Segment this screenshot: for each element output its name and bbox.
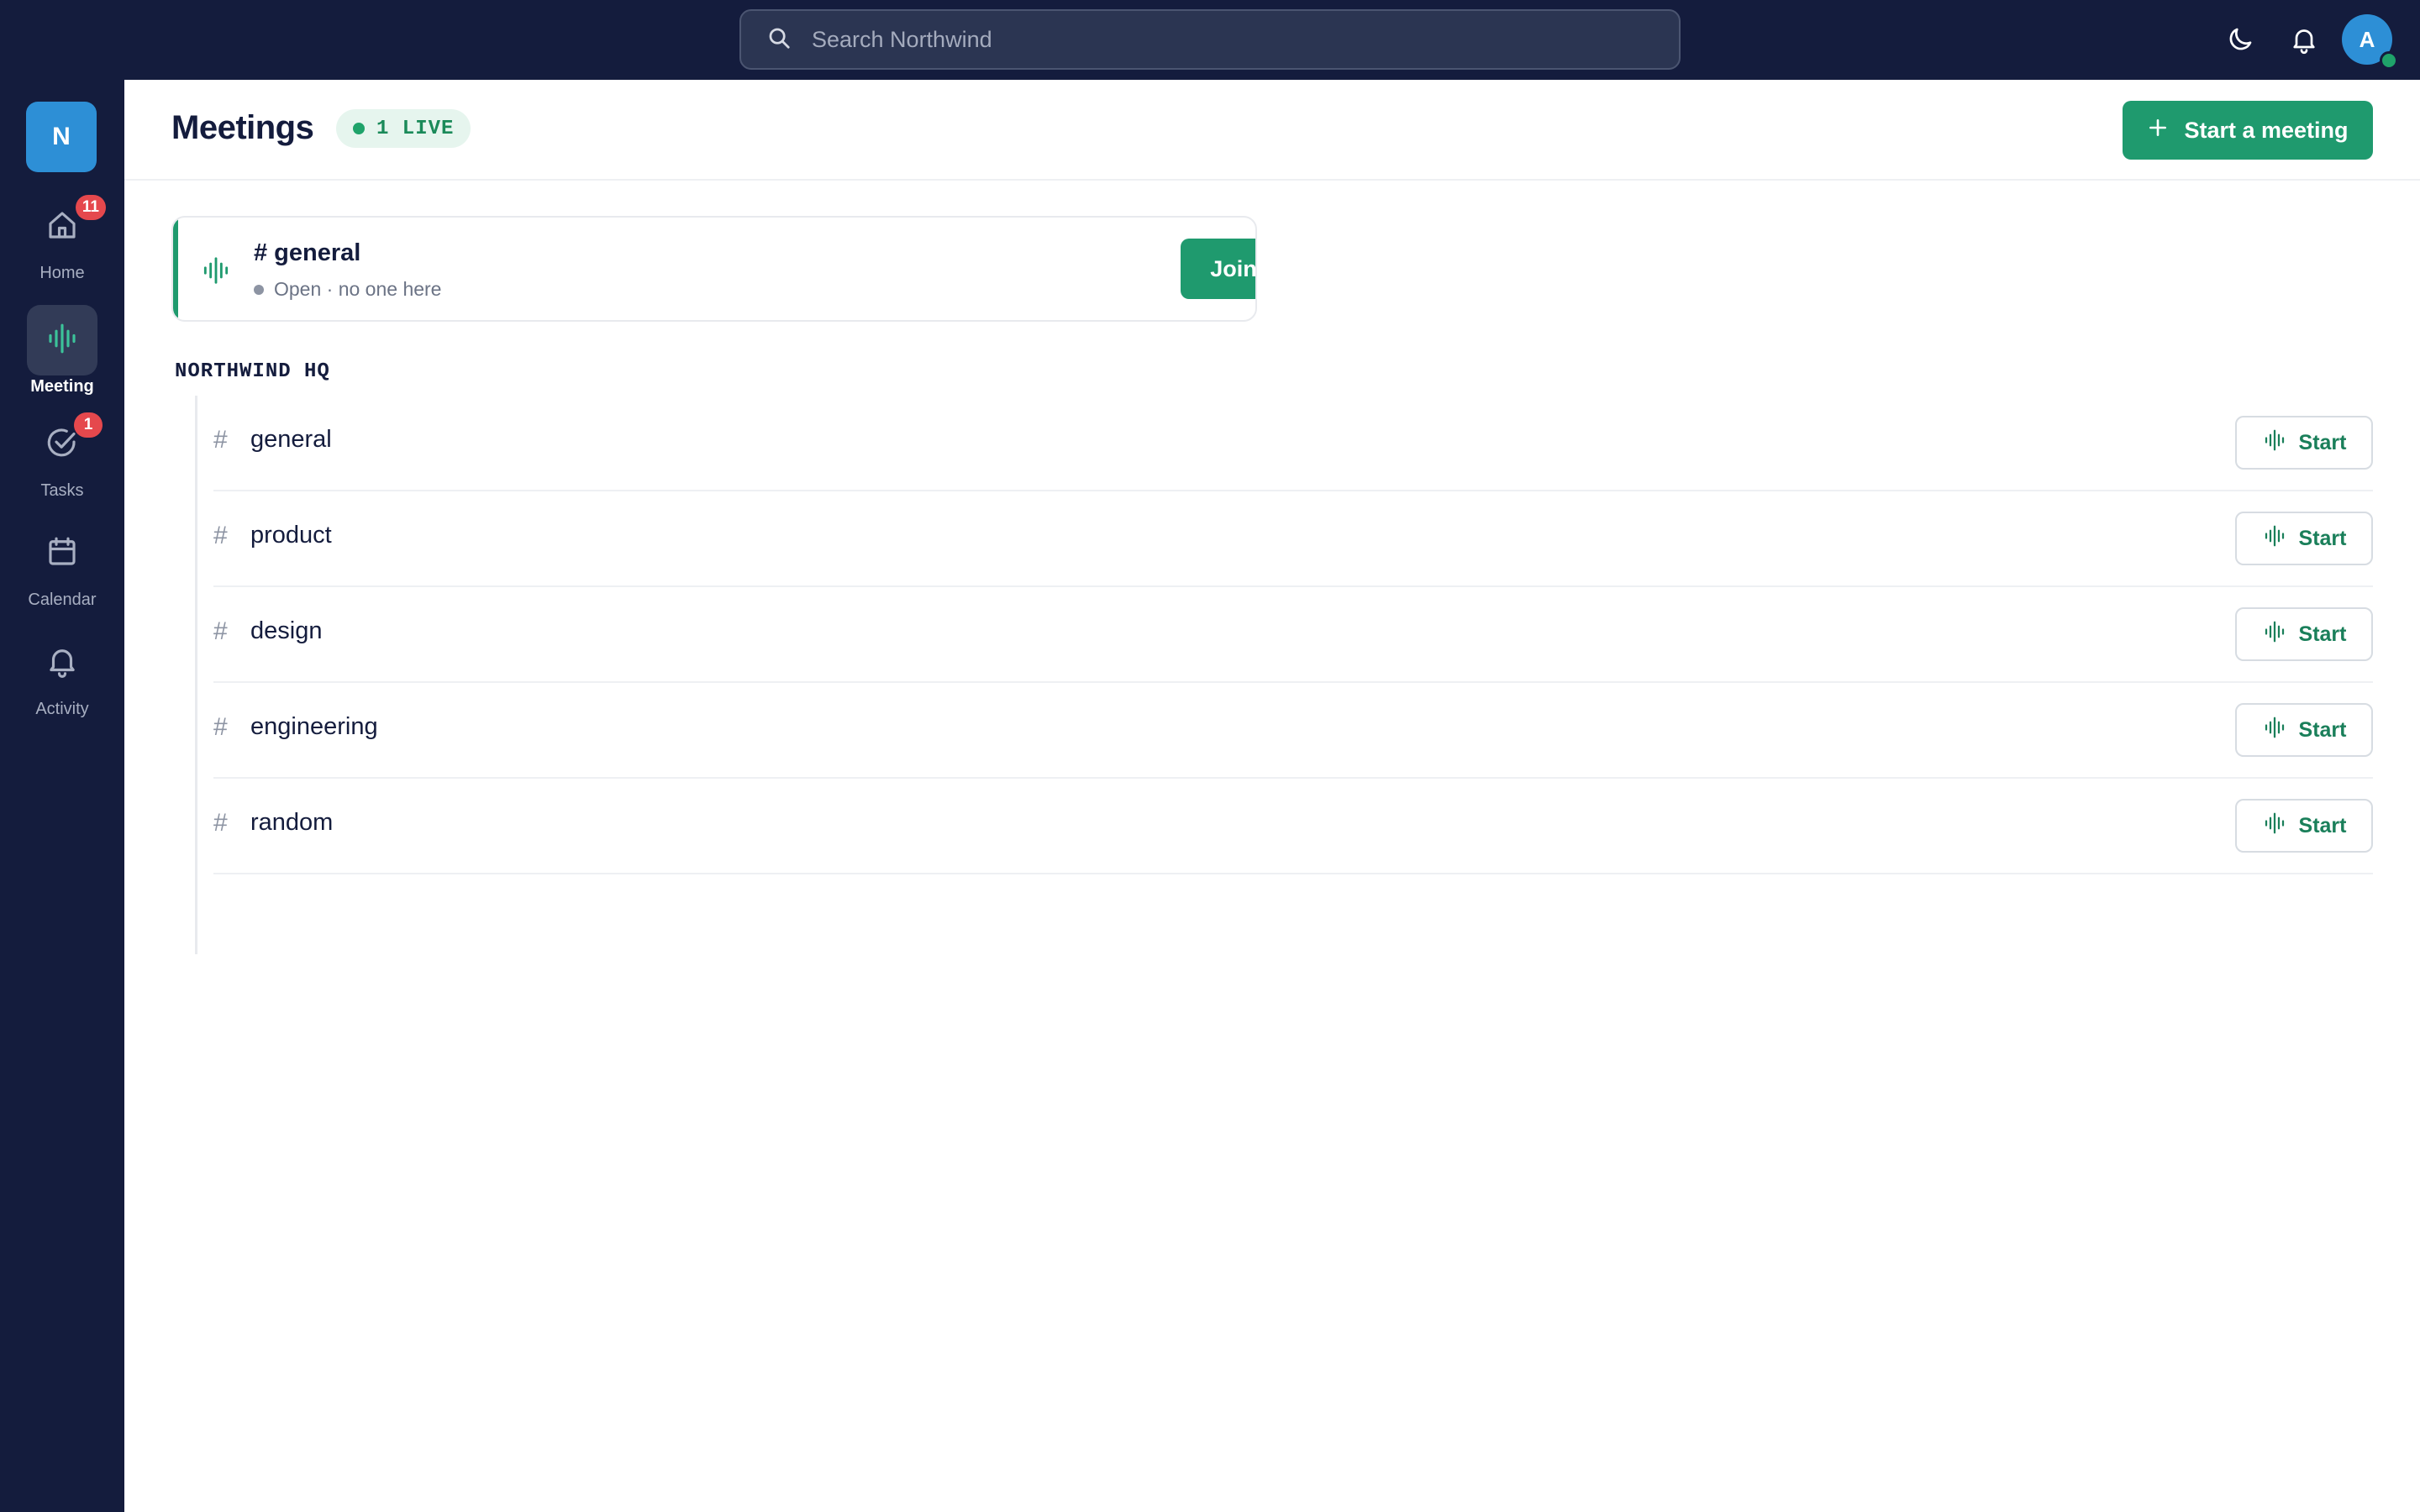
channel-row-design[interactable]: # design Start: [213, 587, 2373, 683]
sidebar-item-tasks[interactable]: 1 Tasks: [0, 409, 124, 510]
start-button[interactable]: Start: [2235, 416, 2373, 470]
live-channel-status: Open · no one here: [254, 278, 441, 301]
card-accent-bar: [173, 218, 178, 320]
audio-wave-icon: [45, 321, 80, 360]
channel-name: product: [250, 522, 332, 549]
audio-wave-icon: [2262, 811, 2299, 842]
status-text: Open · no one here: [274, 278, 442, 300]
start-button[interactable]: Start: [2235, 703, 2373, 757]
sidebar-item-activity[interactable]: Activity: [0, 627, 124, 728]
channel-name: random: [250, 809, 334, 836]
avatar-letter: A: [2359, 26, 2375, 52]
page-header: Meetings 1 LIVE Start a meeting: [124, 80, 2420, 181]
status-dot-icon: [254, 284, 264, 295]
start-button[interactable]: Start: [2235, 607, 2373, 661]
start-label: Start: [2298, 813, 2347, 837]
sidebar-item-calendar[interactable]: Calendar: [0, 518, 124, 619]
start-label: Start: [2298, 526, 2347, 550]
hash-icon: #: [213, 617, 228, 645]
hash-icon: #: [213, 426, 228, 454]
start-button[interactable]: Start: [2235, 512, 2373, 565]
calendar-icon: [45, 534, 80, 574]
sidebar-item-label: Calendar: [28, 591, 97, 609]
audio-wave-icon: [200, 255, 232, 286]
channel-row-general[interactable]: # general Start: [213, 396, 2373, 491]
channel-row-product[interactable]: # product Start: [213, 491, 2373, 587]
live-channel-name: # general: [254, 239, 361, 266]
live-count-label: 1 LIVE: [376, 117, 455, 140]
live-status-badge: 1 LIVE: [336, 109, 471, 148]
workspace-letter: N: [52, 123, 71, 150]
sidebar-item-label: Activity: [35, 700, 89, 718]
bell-icon[interactable]: [2286, 22, 2322, 57]
plus-icon: [2147, 117, 2184, 144]
channel-row-engineering[interactable]: # engineering Start: [213, 683, 2373, 779]
presence-indicator: [2380, 51, 2398, 70]
tasks-badge: 1: [74, 412, 103, 438]
sidebar-item-label: Meeting: [30, 377, 94, 396]
search-input[interactable]: [810, 25, 1566, 54]
audio-wave-icon: [2262, 523, 2299, 554]
bell-icon: [45, 643, 80, 683]
channel-name: general: [250, 426, 332, 453]
audio-wave-icon: [2262, 619, 2299, 650]
live-dot-icon: [353, 123, 365, 134]
home-badge: 11: [75, 195, 106, 220]
sidebar-item-meeting[interactable]: Meeting: [0, 305, 124, 406]
channel-row-random[interactable]: # random Start: [213, 779, 2373, 874]
sidebar-item-home[interactable]: 11 Home: [0, 192, 124, 292]
start-meeting-label: Start a meeting: [2184, 117, 2349, 143]
moon-icon[interactable]: [2223, 22, 2258, 57]
join-button[interactable]: Join: [1181, 239, 1255, 299]
channel-name: engineering: [250, 713, 378, 740]
hash-icon: #: [213, 809, 228, 837]
sidebar: N 11 Home Meeting 1 Tasks Calendar Activ…: [0, 80, 124, 1512]
hash-icon: #: [213, 713, 228, 741]
section-title: NORTHWIND HQ: [175, 360, 330, 383]
sidebar-item-label: Tasks: [40, 481, 84, 500]
start-label: Start: [2298, 430, 2347, 454]
live-meeting-card: # general Open · no one here Join: [171, 216, 1257, 322]
audio-wave-icon: [2262, 715, 2299, 746]
sidebar-item-label: Home: [39, 264, 85, 282]
main-content: Meetings 1 LIVE Start a meeting # genera…: [124, 80, 2420, 1512]
search-icon: [766, 25, 792, 55]
audio-wave-icon: [2262, 428, 2299, 459]
home-icon: [45, 207, 80, 247]
start-label: Start: [2298, 717, 2347, 742]
start-button[interactable]: Start: [2235, 799, 2373, 853]
start-label: Start: [2298, 622, 2347, 646]
hash-icon: #: [213, 522, 228, 549]
section-divider: [195, 396, 197, 954]
top-bar: A: [0, 0, 2420, 80]
start-meeting-button[interactable]: Start a meeting: [2123, 101, 2373, 160]
search-bar[interactable]: [739, 9, 1681, 70]
workspace-switcher[interactable]: N: [26, 102, 97, 172]
channel-list: # general Start # product Start # design…: [213, 396, 2373, 874]
page-title: Meetings: [171, 109, 314, 146]
user-avatar[interactable]: A: [2342, 14, 2398, 70]
channel-name: design: [250, 617, 323, 644]
